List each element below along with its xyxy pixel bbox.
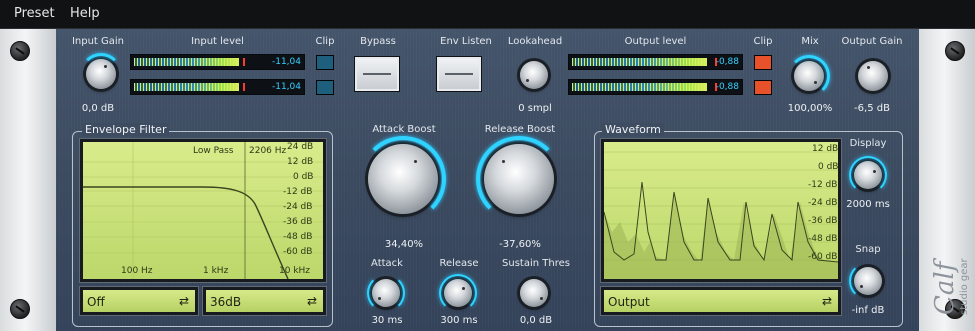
waveform-source-value: Output: [608, 295, 650, 309]
filter-enable-select[interactable]: Off ⇄: [80, 287, 198, 315]
display-value: 2000 ms: [846, 199, 890, 210]
mix-knob[interactable]: [788, 55, 830, 97]
wave-db-tick-0: 12 dB: [812, 144, 839, 154]
input-gain-label: Input Gain: [71, 36, 125, 47]
mix-label: Mix: [801, 36, 819, 47]
attack-boost-knob[interactable]: [360, 136, 446, 222]
snap-value: -inf dB: [851, 305, 885, 316]
env-listen-button[interactable]: [436, 56, 482, 92]
filter-slope-select[interactable]: 36dB ⇄: [203, 287, 326, 315]
clip-in-led-left[interactable]: [316, 55, 334, 70]
output-gain-knob[interactable]: [858, 61, 888, 91]
swap-arrows-icon: ⇄: [306, 294, 317, 308]
clip-out-led-left[interactable]: [754, 55, 772, 70]
attack-value: 30 ms: [371, 315, 403, 326]
env-listen-label: Env Listen: [440, 36, 492, 47]
input-level-label: Input level: [191, 36, 244, 47]
input-meter-right: -11,04: [130, 79, 305, 95]
bypass-button[interactable]: [354, 56, 400, 92]
output-meter-right: -0,88: [568, 79, 743, 95]
snap-knob[interactable]: [849, 262, 882, 300]
lookahead-label: Lookahead: [507, 36, 563, 47]
env-db-tick-0: 24 dB: [287, 142, 314, 152]
sustain-thres-value: 0,0 dB: [519, 315, 553, 326]
lookahead-value: 0 smpl: [518, 103, 552, 114]
attack-knob[interactable]: [367, 274, 405, 312]
lookahead-knob[interactable]: [520, 61, 548, 89]
sustain-thres-label: Sustain Thres: [502, 258, 570, 269]
release-value: 300 ms: [440, 315, 478, 326]
output-level-label: Output level: [624, 36, 687, 47]
screw-icon: [10, 299, 30, 319]
display-knob[interactable]: [849, 156, 887, 194]
swap-arrows-icon: ⇄: [178, 294, 189, 308]
filter-mode-text: Low Pass: [193, 146, 234, 156]
left-rack-rail: [0, 29, 56, 331]
output-level-right-value: -0,88: [715, 82, 739, 92]
release-boost-label: Release Boost: [484, 124, 556, 135]
waveform-display[interactable]: 12 dB 0 dB -12 dB -24 dB -36 dB -48 dB -…: [601, 139, 841, 282]
env-db-tick-1: 12 dB: [287, 157, 314, 167]
plugin-panel: Input Gain 0,0 dB Input level -11,04 -11…: [56, 29, 919, 331]
attack-boost-label: Attack Boost: [372, 124, 436, 135]
input-level-left-value: -11,04: [271, 57, 301, 67]
clip-out-label: Clip: [753, 36, 773, 47]
env-db-tick-4: -24 dB: [283, 202, 313, 212]
envelope-graph-display[interactable]: Low Pass 2206 Hz 24 dB 12 dB 0 dB -12 dB…: [80, 139, 326, 282]
input-gain-knob[interactable]: [80, 53, 122, 89]
wave-db-tick-3: -24 dB: [808, 198, 838, 208]
screw-icon: [10, 41, 30, 61]
clip-in-label: Clip: [315, 36, 335, 47]
screw-icon: [945, 41, 965, 61]
filter-enable-value: Off: [87, 295, 105, 309]
bypass-label: Bypass: [360, 36, 396, 47]
env-freq-tick-2: 10 kHz: [279, 266, 311, 276]
right-rack-rail: Calf studio gear: [919, 29, 975, 331]
attack-label: Attack: [371, 258, 403, 269]
env-db-tick-3: -12 dB: [283, 187, 313, 197]
wave-db-tick-1: 0 dB: [818, 162, 839, 172]
waveform-title: Waveform: [602, 123, 664, 136]
input-meter-left: -11,04: [130, 54, 305, 70]
swap-arrows-icon: ⇄: [821, 294, 832, 308]
output-meter-left: -0,88: [568, 54, 743, 70]
env-db-tick-7: -60 dB: [283, 247, 313, 257]
env-freq-tick-0: 100 Hz: [121, 266, 153, 276]
attack-boost-value: 34,40%: [384, 239, 424, 250]
env-freq-tick-1: 1 kHz: [203, 266, 229, 276]
input-gain-value: 0,0 dB: [81, 103, 115, 114]
filter-freq-text: 2206 Hz: [249, 146, 287, 156]
env-db-tick-2: 0 dB: [293, 172, 314, 182]
wave-db-tick-4: -36 dB: [808, 216, 838, 226]
mix-value: 100,00%: [787, 103, 833, 114]
waveform-graph: [604, 151, 838, 279]
brand-name: Calf: [930, 257, 960, 315]
envelope-filter-title: Envelope Filter: [82, 123, 170, 136]
sustain-thres-knob[interactable]: [520, 279, 548, 307]
brand-logo: Calf studio gear: [921, 229, 973, 319]
env-db-tick-5: -36 dB: [283, 217, 313, 227]
wave-db-tick-5: -48 dB: [808, 234, 838, 244]
env-db-tick-6: -48 dB: [283, 232, 313, 242]
waveform-source-select[interactable]: Output ⇄: [601, 287, 841, 315]
display-label: Display: [849, 138, 887, 149]
wave-db-tick-6: -60 dB: [808, 252, 838, 262]
wave-db-tick-2: -12 dB: [808, 180, 838, 190]
input-level-right-value: -11,04: [271, 82, 301, 92]
release-knob[interactable]: [439, 274, 477, 312]
output-gain-value: -6,5 dB: [854, 103, 890, 114]
menu-preset[interactable]: Preset: [14, 6, 55, 21]
output-gain-label: Output Gain: [841, 36, 903, 47]
menu-bar: Preset Help: [0, 0, 975, 29]
brand-sub: studio gear: [959, 257, 970, 315]
menu-help[interactable]: Help: [70, 6, 100, 21]
clip-out-led-right[interactable]: [754, 80, 772, 95]
release-boost-knob[interactable]: [476, 136, 562, 222]
release-label: Release: [439, 258, 479, 269]
filter-slope-value: 36dB: [210, 295, 242, 309]
output-level-left-value: -0,88: [715, 57, 739, 67]
release-boost-value: -37,60%: [499, 239, 541, 250]
clip-in-led-right[interactable]: [316, 80, 334, 95]
snap-label: Snap: [855, 244, 881, 255]
